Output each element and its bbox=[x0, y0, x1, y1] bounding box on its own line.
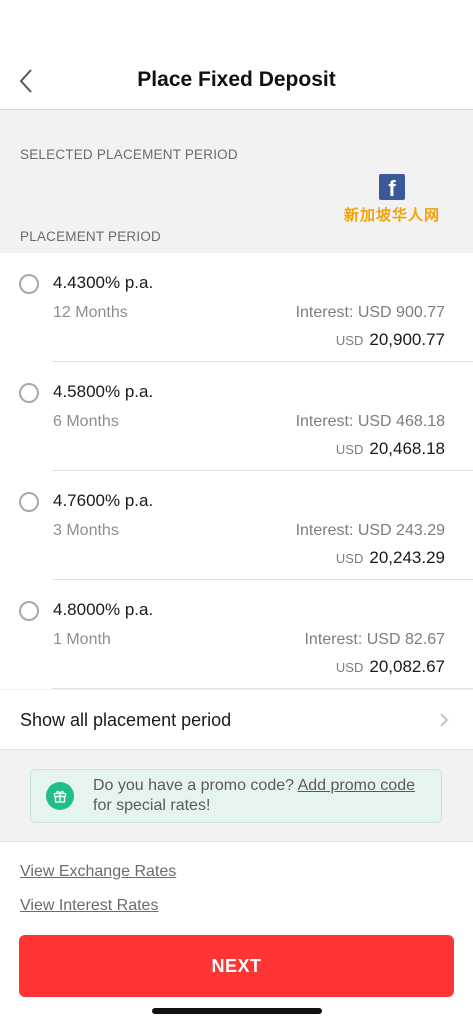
option-total: USD 20,900.77 bbox=[336, 330, 445, 350]
promo-text-before: Do you have a promo code? bbox=[93, 777, 298, 794]
radio-button[interactable] bbox=[19, 274, 39, 294]
currency-label: USD bbox=[335, 442, 364, 457]
option-interest: Interest: USD 82.67 bbox=[304, 631, 445, 648]
add-promo-code-link[interactable]: Add promo code bbox=[298, 777, 415, 794]
option-interest: Interest: USD 900.77 bbox=[295, 304, 445, 321]
promo-text: Do you have a promo code? Add promo code… bbox=[93, 776, 423, 816]
status-bar bbox=[0, 0, 473, 52]
next-button[interactable]: NEXT bbox=[19, 935, 454, 997]
option-interest: Interest: USD 468.18 bbox=[295, 413, 445, 430]
option-total: USD 20,243.29 bbox=[336, 548, 445, 568]
facebook-icon: f bbox=[379, 174, 405, 200]
total-amount: 20,900.77 bbox=[369, 330, 445, 349]
option-term: 1 Month bbox=[53, 631, 111, 648]
promo-text-after: for special rates! bbox=[93, 797, 211, 814]
currency-label: USD bbox=[335, 333, 364, 348]
selected-period-label: SELECTED PLACEMENT PERIOD bbox=[20, 147, 238, 162]
option-term: 12 Months bbox=[53, 304, 128, 321]
header: Place Fixed Deposit bbox=[0, 52, 473, 110]
home-indicator bbox=[152, 1008, 322, 1014]
show-all-periods-row[interactable]: Show all placement period bbox=[0, 690, 473, 750]
option-rate: 4.5800% p.a. bbox=[53, 382, 154, 401]
total-amount: 20,082.67 bbox=[369, 657, 445, 676]
radio-button[interactable] bbox=[19, 383, 39, 403]
option-term: 3 Months bbox=[53, 522, 119, 539]
period-option[interactable]: 4.5800% p.a. 6 Months Interest: USD 468.… bbox=[0, 362, 473, 471]
placement-period-label: PLACEMENT PERIOD bbox=[20, 229, 161, 244]
period-option[interactable]: 4.4300% p.a. 12 Months Interest: USD 900… bbox=[0, 253, 473, 362]
view-interest-rates-link[interactable]: View Interest Rates bbox=[20, 897, 158, 915]
currency-label: USD bbox=[335, 551, 364, 566]
radio-button[interactable] bbox=[19, 492, 39, 512]
option-total: USD 20,082.67 bbox=[336, 657, 445, 677]
view-exchange-rates-link[interactable]: View Exchange Rates bbox=[20, 863, 176, 881]
gift-icon bbox=[46, 782, 74, 810]
total-amount: 20,468.18 bbox=[369, 439, 445, 458]
radio-button[interactable] bbox=[19, 601, 39, 621]
chevron-right-icon bbox=[440, 713, 449, 727]
option-term: 6 Months bbox=[53, 413, 119, 430]
promo-banner: Do you have a promo code? Add promo code… bbox=[30, 769, 442, 823]
period-list: 4.4300% p.a. 12 Months Interest: USD 900… bbox=[0, 253, 473, 689]
watermark-text: 新加坡华人网 bbox=[343, 206, 440, 224]
option-rate: 4.8000% p.a. bbox=[53, 600, 154, 619]
watermark: f 新加坡华人网 bbox=[340, 174, 444, 224]
show-all-label: Show all placement period bbox=[20, 710, 232, 730]
option-total: USD 20,468.18 bbox=[336, 439, 445, 459]
option-rate: 4.4300% p.a. bbox=[53, 273, 154, 292]
period-option[interactable]: 4.8000% p.a. 1 Month Interest: USD 82.67… bbox=[0, 580, 473, 689]
divider bbox=[52, 688, 473, 689]
currency-label: USD bbox=[335, 660, 364, 675]
option-interest: Interest: USD 243.29 bbox=[295, 522, 445, 539]
total-amount: 20,243.29 bbox=[369, 548, 445, 567]
option-rate: 4.7600% p.a. bbox=[53, 491, 154, 510]
period-option[interactable]: 4.7600% p.a. 3 Months Interest: USD 243.… bbox=[0, 471, 473, 580]
page-title: Place Fixed Deposit bbox=[137, 68, 336, 91]
